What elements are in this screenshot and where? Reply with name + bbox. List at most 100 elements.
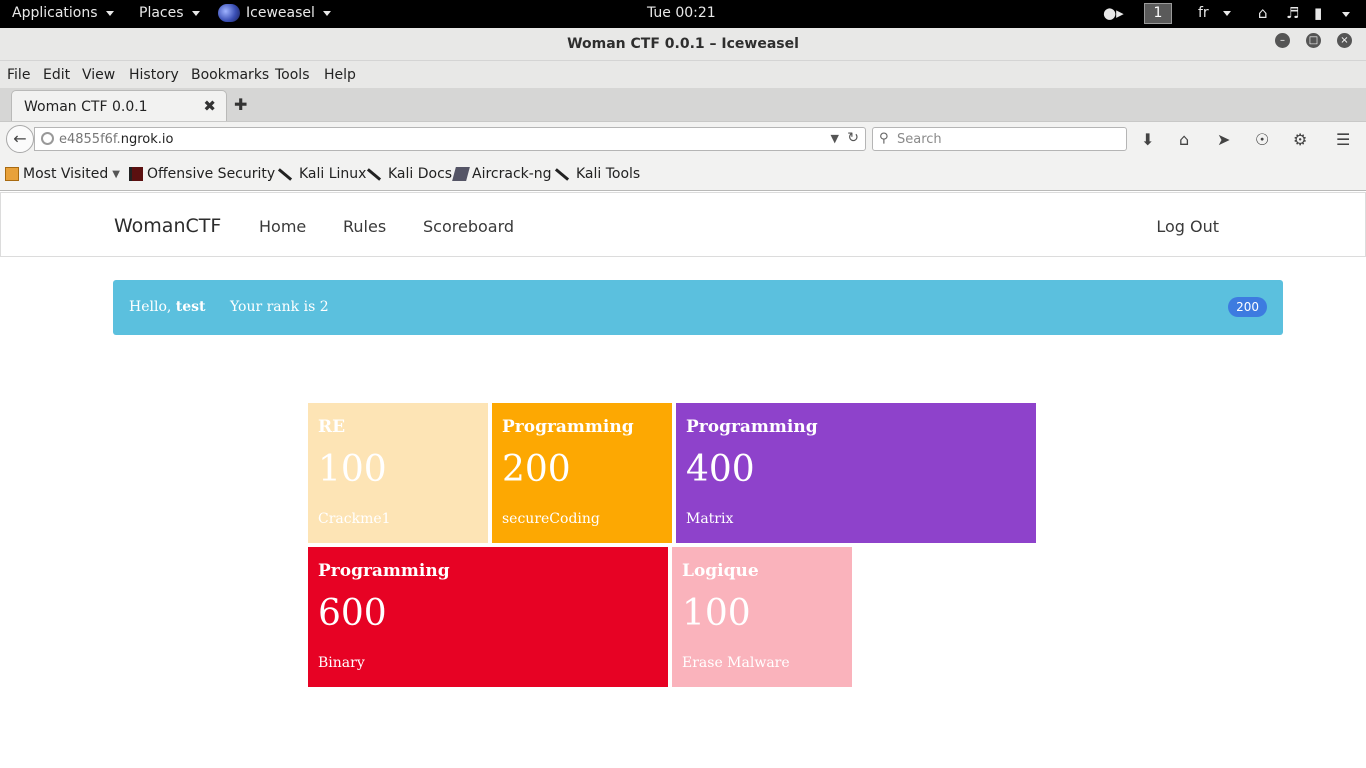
offensive-security-icon — [129, 167, 143, 181]
logout-link[interactable]: Log Out — [1156, 217, 1219, 236]
bookmark-offensive-security[interactable]: Offensive Security — [129, 166, 275, 182]
challenge-name: Matrix — [686, 511, 734, 527]
chevron-down-icon: ▼ — [112, 168, 120, 180]
challenge-name: Erase Malware — [682, 655, 790, 671]
challenge-tile[interactable]: Programming 600 Binary — [308, 547, 668, 687]
bookmark-kali-docs[interactable]: Kali Docs — [366, 166, 452, 182]
search-input[interactable]: ⚲ Search — [872, 127, 1127, 151]
greeting: Hello, test — [129, 299, 206, 315]
challenge-category: Programming — [686, 417, 818, 437]
menu-view[interactable]: View — [82, 67, 115, 83]
menu-tools[interactable]: Tools — [275, 67, 310, 83]
challenge-name: secureCoding — [502, 511, 600, 527]
home-icon[interactable]: ⌂ — [1179, 130, 1189, 149]
volume-icon[interactable]: ♬ — [1286, 4, 1299, 22]
chevron-down-icon — [191, 10, 200, 16]
challenge-tile[interactable]: Programming 200 secureCoding — [492, 403, 672, 543]
clock-label: Tue 00:21 — [647, 5, 716, 21]
applications-label: Applications — [12, 5, 98, 21]
user-status-bar: Hello, test Your rank is 2 200 — [113, 280, 1283, 335]
web-page: WomanCTF Home Rules Scoreboard Log Out H… — [0, 192, 1366, 768]
chevron-down-icon — [322, 10, 331, 16]
kali-dragon-icon — [277, 167, 293, 181]
challenge-category: Programming — [502, 417, 634, 437]
app-name-label: Iceweasel — [246, 5, 315, 21]
language-label: fr — [1198, 5, 1209, 21]
window-title-bar: Woman CTF 0.0.1 – Iceweasel – □ × — [0, 28, 1366, 61]
bookmark-label: Kali Docs — [388, 166, 453, 182]
site-navbar: WomanCTF Home Rules Scoreboard Log Out — [0, 192, 1366, 257]
system-top-bar: Applications Places Iceweasel Tue 00:21 … — [0, 0, 1366, 28]
challenge-category: RE — [318, 417, 346, 437]
wifi-icon[interactable]: ⌂ — [1258, 4, 1268, 22]
bookmark-aircrack-ng[interactable]: Aircrack-ng — [452, 166, 552, 182]
download-icon[interactable]: ⬇ — [1141, 130, 1154, 149]
send-icon[interactable]: ➤ — [1217, 130, 1230, 149]
greeting-prefix: Hello, — [129, 299, 172, 315]
url-host: ngrok.io — [120, 132, 174, 147]
menu-bar: File Edit View History Bookmarks Tools H… — [0, 61, 1366, 88]
bookmark-kali-linux[interactable]: Kali Linux — [277, 166, 366, 182]
challenge-category: Logique — [682, 561, 759, 581]
back-arrow-icon[interactable]: ← — [6, 125, 34, 153]
close-tab-icon[interactable]: ✖ — [203, 97, 216, 115]
new-tab-icon[interactable]: ✚ — [234, 95, 247, 114]
tab-label: Woman CTF 0.0.1 — [24, 99, 148, 115]
challenge-tile[interactable]: Logique 100 Erase Malware — [672, 547, 852, 687]
places-menu[interactable]: Places — [139, 5, 200, 21]
challenge-points: 400 — [686, 449, 755, 490]
kali-dragon-icon — [366, 167, 382, 181]
kali-dragon-icon — [554, 167, 570, 181]
language-menu[interactable]: fr — [1198, 5, 1231, 21]
challenge-tile[interactable]: Programming 400 Matrix — [676, 403, 1036, 543]
url-text: e4855f6f.ngrok.io — [59, 132, 173, 147]
menu-help[interactable]: Help — [324, 67, 356, 83]
challenge-points: 600 — [318, 593, 387, 634]
minimize-icon[interactable]: – — [1275, 33, 1290, 48]
menu-edit[interactable]: Edit — [43, 67, 70, 83]
chevron-down-icon — [1222, 10, 1231, 16]
rank-text: Your rank is 2 — [230, 299, 329, 315]
search-icon: ⚲ — [879, 131, 889, 146]
bookmark-label: Offensive Security — [147, 166, 276, 182]
clock[interactable]: Tue 00:21 — [647, 5, 716, 21]
bookmark-label: Kali Linux — [299, 166, 367, 182]
bookmarks-toolbar: Most Visited ▼ Offensive Security Kali L… — [0, 157, 1366, 191]
battery-icon[interactable]: ▮ — [1314, 4, 1322, 22]
tab-strip: Woman CTF 0.0.1 ✖ — [0, 88, 1366, 121]
workspace-indicator[interactable]: 1 — [1144, 3, 1172, 24]
challenge-points: 200 — [502, 449, 571, 490]
challenge-points: 100 — [318, 449, 387, 490]
applications-menu[interactable]: Applications — [12, 5, 114, 21]
bookmark-label: Most Visited — [23, 166, 109, 182]
bookmark-label: Aircrack-ng — [472, 166, 552, 182]
hamburger-menu-icon[interactable]: ☰ — [1336, 130, 1350, 149]
bookmark-kali-tools[interactable]: Kali Tools — [554, 166, 640, 182]
camera-icon[interactable]: ●▸ — [1103, 4, 1124, 22]
challenge-tile[interactable]: RE 100 Crackme1 — [308, 403, 488, 543]
nav-link-rules[interactable]: Rules — [343, 217, 386, 236]
extension-icon[interactable]: ⚙ — [1293, 130, 1307, 149]
site-brand[interactable]: WomanCTF — [114, 215, 221, 237]
app-menu[interactable]: Iceweasel — [218, 4, 331, 22]
reload-icon[interactable]: ↻ — [847, 130, 859, 146]
navigation-toolbar: ← e4855f6f.ngrok.io ▼ ↻ ⚲ Search ⬇ ⌂ ➤ ☉… — [0, 121, 1366, 157]
username: test — [175, 299, 206, 315]
bookmark-most-visited[interactable]: Most Visited ▼ — [5, 166, 120, 182]
menu-bookmarks[interactable]: Bookmarks — [191, 67, 269, 83]
aircrack-icon — [452, 167, 470, 181]
score-badge: 200 — [1228, 297, 1267, 317]
maximize-icon[interactable]: □ — [1306, 33, 1321, 48]
nav-link-home[interactable]: Home — [259, 217, 306, 236]
tab-woman-ctf[interactable]: Woman CTF 0.0.1 ✖ — [11, 90, 227, 121]
bookmark-label: Kali Tools — [576, 166, 641, 182]
menu-file[interactable]: File — [7, 67, 30, 83]
close-icon[interactable]: × — [1337, 33, 1352, 48]
url-dropdown-icon[interactable]: ▼ — [831, 132, 839, 145]
url-bar[interactable]: e4855f6f.ngrok.io ▼ ↻ — [34, 127, 866, 151]
system-menu-chevron-icon[interactable] — [1342, 12, 1350, 17]
url-prefix: e4855f6f. — [59, 132, 121, 147]
globe-addon-icon[interactable]: ☉ — [1255, 130, 1269, 149]
nav-link-scoreboard[interactable]: Scoreboard — [423, 217, 514, 236]
menu-history[interactable]: History — [129, 67, 179, 83]
